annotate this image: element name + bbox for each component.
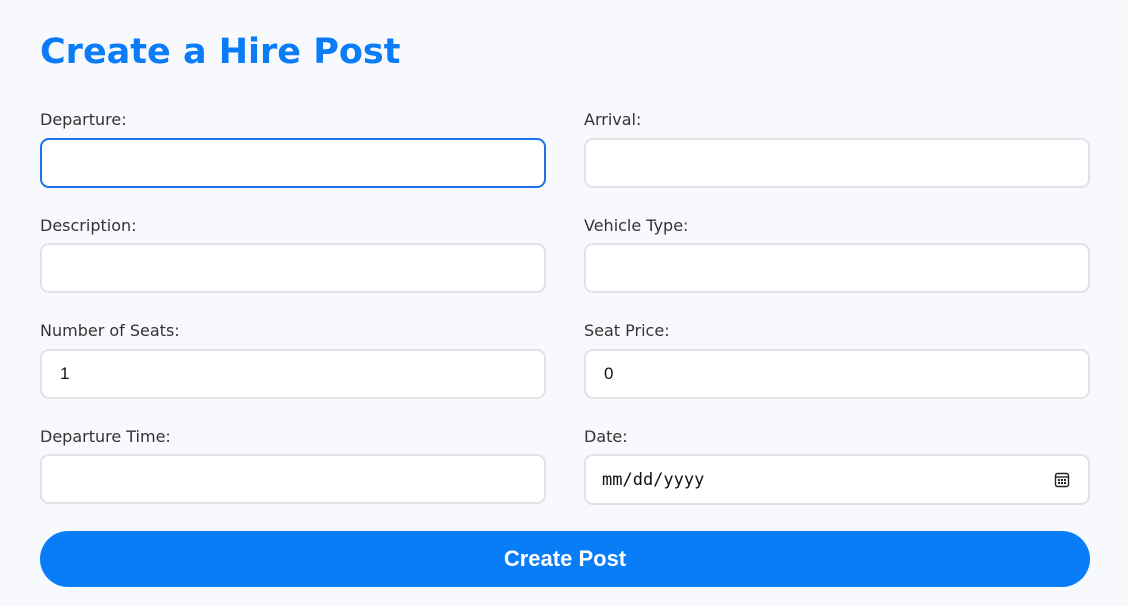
form-card: Create a Hire Post Departure: Arrival: D… — [0, 0, 1128, 606]
create-post-button[interactable]: Create Post — [40, 531, 1090, 587]
description-input[interactable] — [40, 243, 546, 293]
date-placeholder: mm/dd/yyyy — [602, 470, 705, 490]
departure-time-input[interactable] — [40, 454, 546, 504]
vehicle-type-label: Vehicle Type: — [584, 216, 689, 235]
departure-label: Departure: — [40, 110, 127, 129]
seats-label: Number of Seats: — [40, 321, 180, 340]
description-label: Description: — [40, 216, 137, 235]
arrival-input[interactable] — [584, 138, 1090, 188]
vehicle-type-input[interactable] — [584, 243, 1090, 293]
departure-input[interactable] — [40, 138, 546, 188]
seat-price-label: Seat Price: — [584, 321, 670, 340]
page-title: Create a Hire Post — [40, 32, 401, 72]
page-edge — [1128, 0, 1146, 606]
date-label: Date: — [584, 427, 628, 446]
departure-time-label: Departure Time: — [40, 427, 171, 446]
seat-price-input[interactable] — [584, 349, 1090, 399]
arrival-label: Arrival: — [584, 110, 642, 129]
date-input[interactable]: mm/dd/yyyy — [584, 454, 1090, 505]
calendar-icon[interactable] — [1054, 471, 1070, 488]
seats-input[interactable] — [40, 349, 546, 399]
